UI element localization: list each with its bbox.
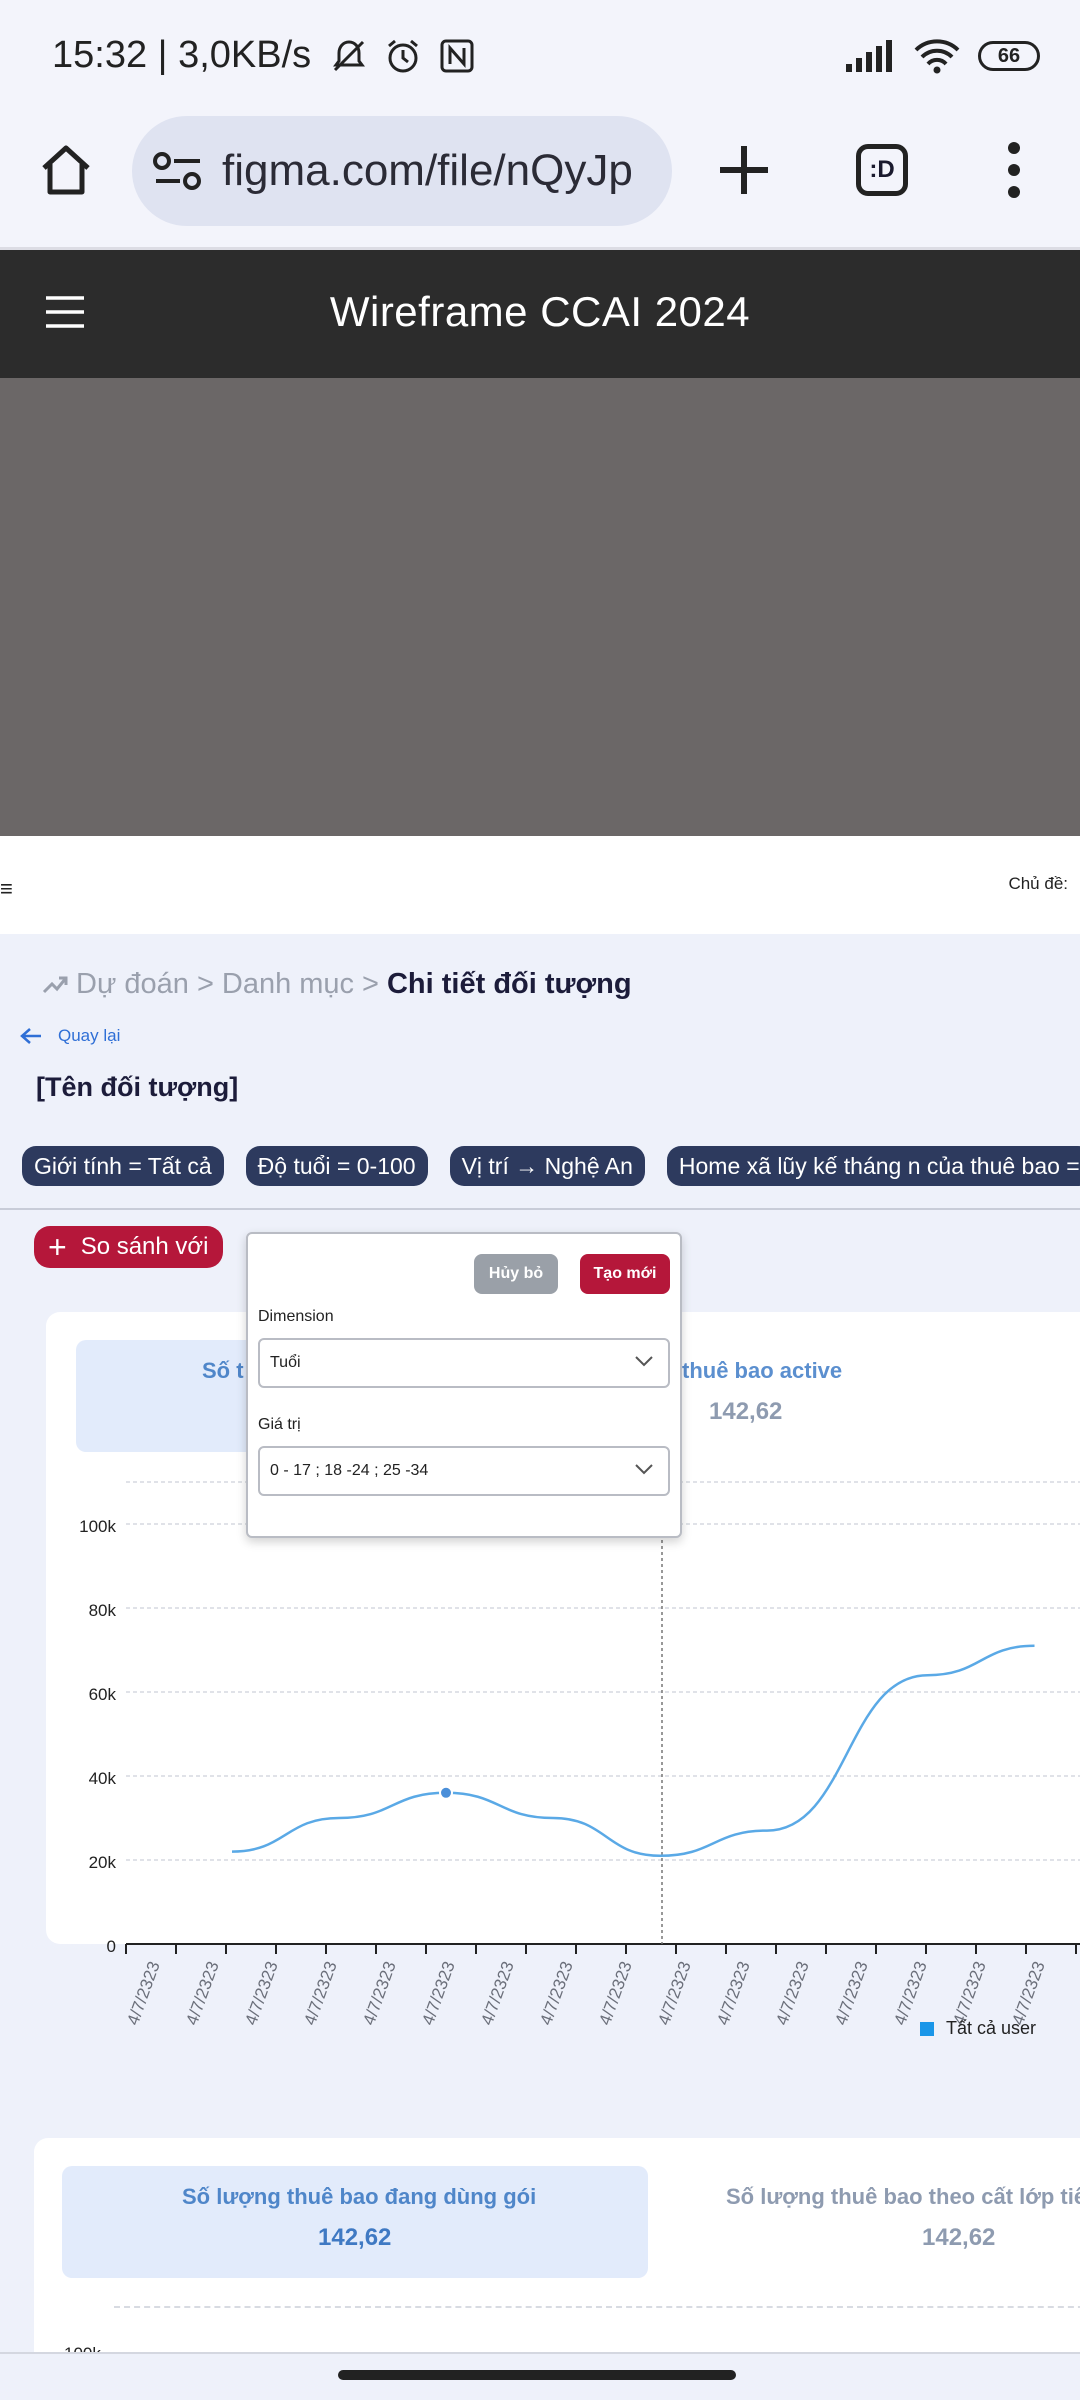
dimension-value: Tuổi	[270, 1354, 301, 1371]
kpi-right-label[interactable]: Số lượng thuê bao theo cất lớp tiê	[726, 2184, 1080, 2210]
x-tick-label: 4/7/2323	[123, 1959, 163, 2028]
kpi-left-value: 142,62	[318, 2224, 392, 2251]
line-chart: 0 20k 40k 60k 80k 100k 4/7/2323 4/7/2323 4/7/232…	[79, 1481, 1080, 2028]
x-tick-label: 4/7/2323	[418, 1959, 458, 2028]
value-select[interactable]: 0 - 17 ; 18 -24 ; 25 -34	[258, 1446, 670, 1496]
series-line-all-users	[231, 1644, 1035, 1858]
x-tick-label: 4/7/2323	[713, 1959, 753, 2028]
x-tick-label: 4/7/2323	[654, 1959, 694, 2028]
value-label: Giá trị	[258, 1416, 301, 1433]
kpi-left-label: Số lượng thuê bao đang dùng gói	[182, 2184, 537, 2209]
legend-swatch	[920, 2021, 934, 2036]
chart-legend: Tất cả user	[920, 2018, 1036, 2039]
cancel-button[interactable]: Hủy bỏ	[474, 1254, 558, 1294]
y-tick-label: 60k	[89, 1685, 117, 1704]
dimension-label: Dimension	[258, 1308, 334, 1325]
chevron-down-icon	[635, 1356, 653, 1367]
x-tick-label: 4/7/2323	[831, 1959, 871, 2028]
x-tick-label: 4/7/2323	[241, 1959, 281, 2028]
kpi-right-value: 142,62	[922, 2224, 996, 2251]
x-tick-label: 4/7/2323	[359, 1959, 399, 2028]
x-tick-label: 4/7/2323	[536, 1959, 576, 2028]
highlight-point	[439, 1785, 453, 1800]
gridline	[114, 2306, 1080, 2308]
y-tick-label: 100k	[79, 1517, 116, 1536]
chevron-down-icon	[635, 1464, 653, 1475]
value-selected: 0 - 17 ; 18 -24 ; 25 -34	[270, 1462, 429, 1479]
x-tick-label: 4/7/2323	[182, 1959, 222, 2028]
y-tick-label: 0	[107, 1937, 116, 1956]
x-tick-label: 4/7/2323	[300, 1959, 340, 2028]
dimension-select[interactable]: Tuổi	[258, 1338, 670, 1388]
y-tick-label: 40k	[89, 1769, 117, 1788]
gesture-handle[interactable]	[338, 2370, 736, 2380]
compare-popover: Hủy bỏ Tạo mới Dimension Tuổi Giá trị 0 …	[246, 1232, 682, 1538]
x-tick-label: 4/7/2323	[772, 1959, 812, 2028]
legend-label: Tất cả user	[946, 2018, 1037, 2038]
kpi-box-selected[interactable]	[62, 2166, 648, 2278]
create-button[interactable]: Tạo mới	[580, 1254, 670, 1294]
y-tick-label: 80k	[89, 1601, 117, 1620]
y-tick-label: 20k	[89, 1853, 117, 1872]
x-tick-label: 4/7/2323	[477, 1959, 517, 2028]
x-tick-label: 4/7/2323	[595, 1959, 635, 2028]
